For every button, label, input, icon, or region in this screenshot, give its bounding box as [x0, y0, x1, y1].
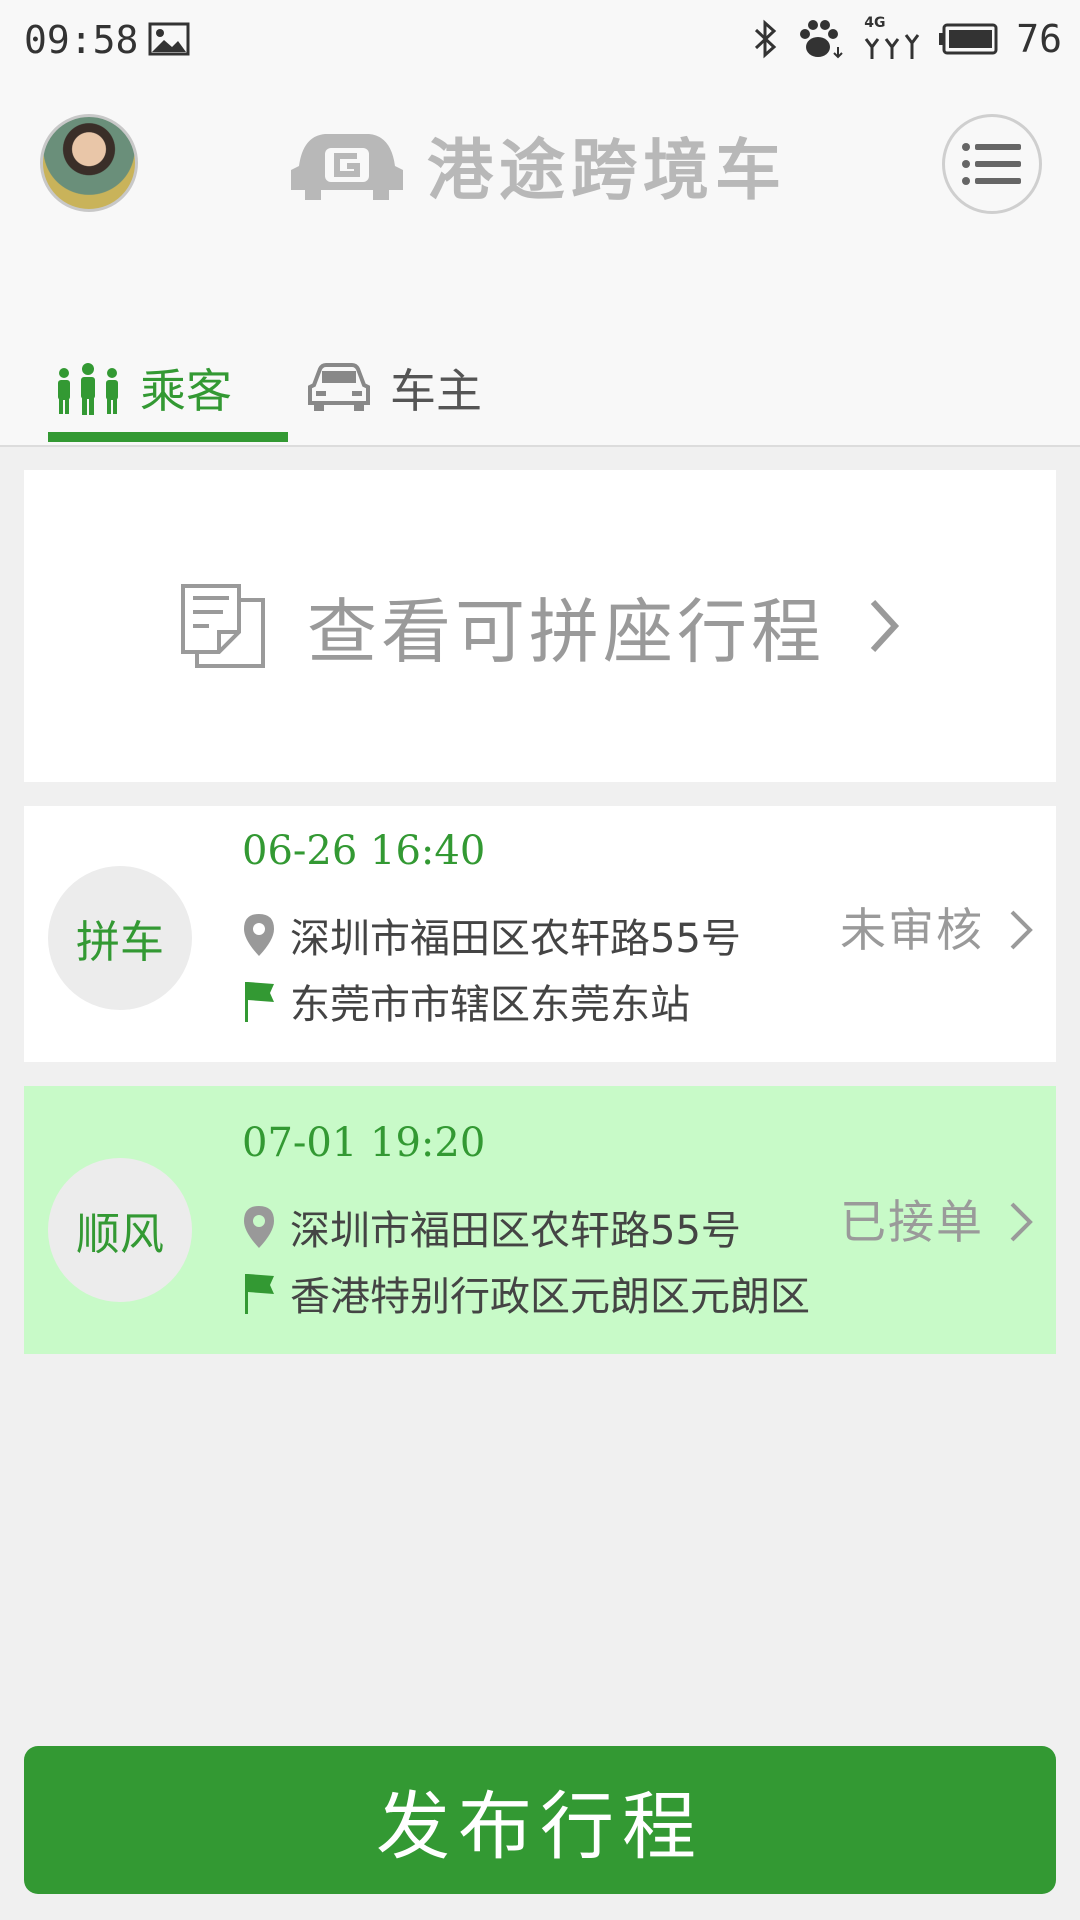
trip-status: 未审核: [840, 903, 984, 957]
flag-icon: [245, 982, 274, 1022]
chevron-right-icon: [1010, 1202, 1033, 1242]
battery-level: 76: [1016, 17, 1062, 61]
menu-button[interactable]: [942, 114, 1042, 214]
trip-item[interactable]: 拼车 06-26 16:40 深圳市福田区农轩路55号 东莞市市辖区东莞东站 未…: [24, 806, 1056, 1062]
status-icons: 4G 76: [750, 14, 1062, 64]
app-logo: 港途跨境车: [285, 120, 787, 210]
tab-passenger-label: 乘客: [140, 363, 232, 418]
trip-type-badge: 拼车: [48, 866, 192, 1010]
document-icon: [181, 584, 265, 668]
list-menu-icon: [962, 143, 1021, 185]
paw-icon: [800, 20, 843, 59]
trip-destination: 香港特别行政区元朗区元朗区: [242, 1264, 810, 1322]
trip-item[interactable]: 顺风 07-01 19:20 深圳市福田区农轩路55号 香港特别行政区元朗区元朗…: [24, 1086, 1056, 1354]
chevron-right-icon: [1010, 910, 1033, 950]
chevron-right-icon: [870, 599, 900, 653]
car-icon: [308, 362, 370, 411]
bluetooth-icon: [755, 19, 777, 59]
avatar[interactable]: [40, 114, 138, 212]
tab-driver[interactable]: 车主: [306, 330, 482, 445]
active-tab-indicator: [48, 432, 288, 442]
app-header: 港途跨境车 乘客 车主: [0, 80, 1080, 447]
trip-time: 07-01 19:20: [242, 1120, 486, 1166]
battery-icon: [939, 23, 998, 55]
view-available-rides-label: 查看可拼座行程: [307, 590, 825, 673]
logo-text: 港途跨境车: [427, 132, 787, 209]
car-logo-icon: [291, 134, 403, 200]
status-time: 09:58: [24, 18, 139, 62]
publish-trip-button[interactable]: 发布行程: [24, 1746, 1056, 1894]
trip-time: 06-26 16:40: [242, 828, 486, 874]
flag-icon: [245, 1274, 274, 1314]
trip-origin: 深圳市福田区农轩路55号: [242, 906, 741, 964]
trip-destination: 东莞市市辖区东莞东站: [242, 972, 690, 1030]
image-icon: [148, 22, 190, 56]
signal-icon: [865, 34, 920, 59]
trip-status: 已接单: [840, 1195, 984, 1249]
trip-origin: 深圳市福田区农轩路55号: [242, 1198, 741, 1256]
location-pin-icon: [244, 1206, 274, 1248]
status-bar: 09:58 4G 76: [0, 0, 1080, 80]
passengers-icon: [58, 362, 118, 415]
trip-destination-text: 东莞市市辖区东莞东站: [290, 982, 690, 1028]
trip-origin-text: 深圳市福田区农轩路55号: [290, 1208, 741, 1254]
trip-origin-text: 深圳市福田区农轩路55号: [290, 916, 741, 962]
view-available-rides-card[interactable]: 查看可拼座行程: [24, 470, 1056, 782]
tab-passenger[interactable]: 乘客: [54, 330, 232, 445]
location-pin-icon: [244, 914, 274, 956]
network-label: 4G: [862, 15, 922, 61]
trip-destination-text: 香港特别行政区元朗区元朗区: [290, 1274, 810, 1320]
trip-type-badge: 顺风: [48, 1158, 192, 1302]
tab-driver-label: 车主: [390, 363, 482, 418]
